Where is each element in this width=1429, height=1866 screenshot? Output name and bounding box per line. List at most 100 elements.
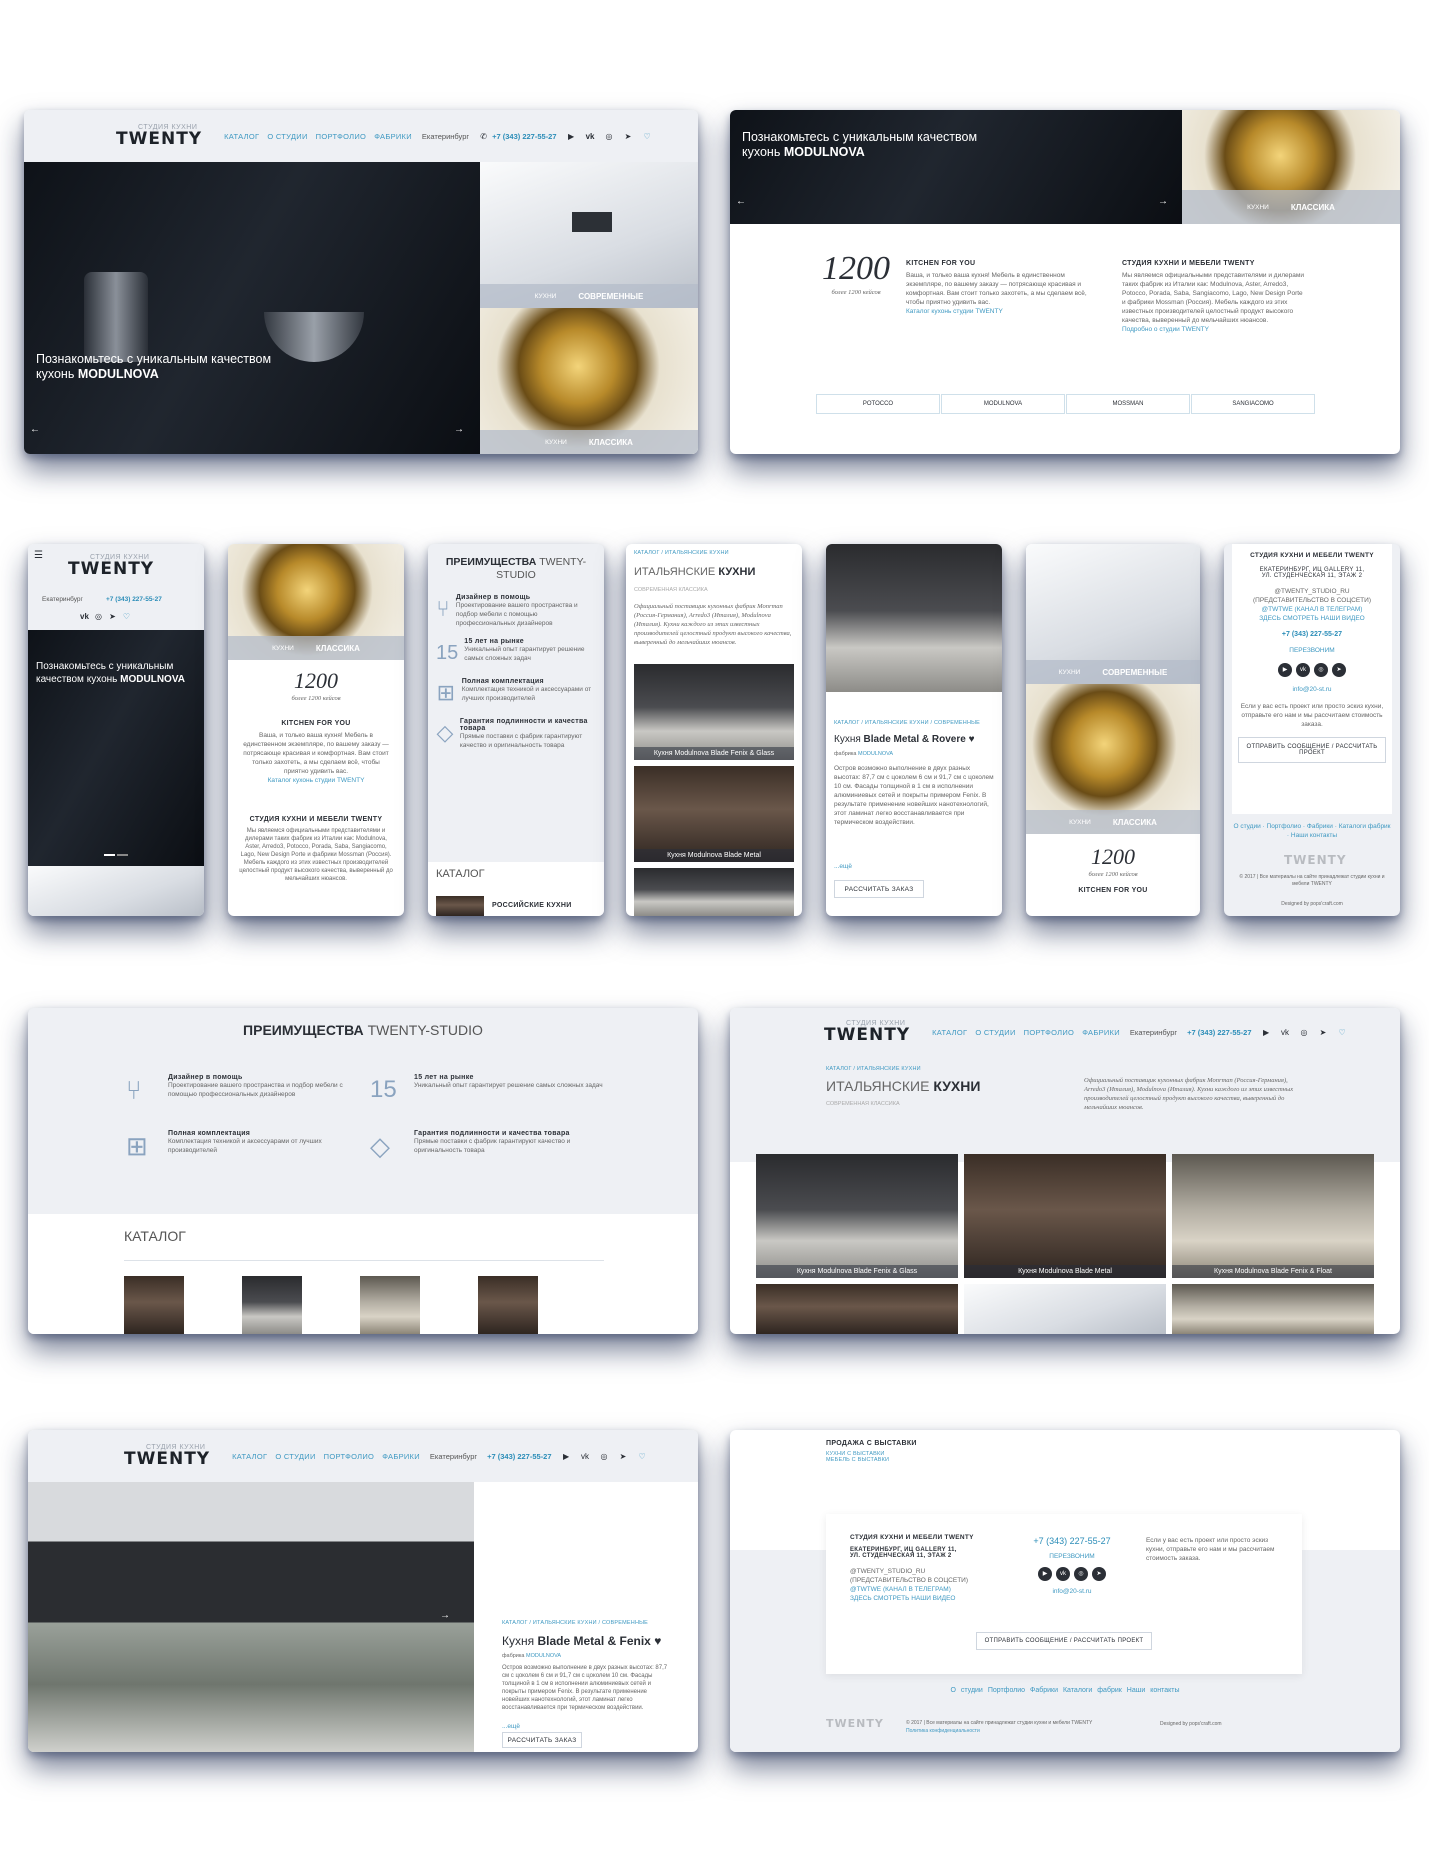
heart-icon[interactable]: ♡ [638,1452,647,1461]
footer-vk-icon[interactable]: vk [1056,1567,1070,1581]
brand-tab-modulnova[interactable]: MODULNOVA [941,394,1065,414]
italian-card-2[interactable]: Кухня Modulnova Blade Metal [964,1154,1166,1278]
footer-youtube-icon[interactable]: ▶ [1038,1567,1052,1581]
catalog-thumb-1[interactable] [124,1276,184,1334]
mobile-product-crumbs[interactable]: КАТАЛОГ / ИТАЛЬЯНСКИЕ КУХНИ / СОВРЕМЕННЫ… [834,720,980,726]
hero-prev-arrow[interactable]: ← [30,424,40,435]
heart-icon[interactable]: ♡ [1338,1028,1347,1037]
product-header: СТУДИЯ КУХНИ TWENTY КАТАЛОГ О СТУДИИ ПОРТФО… [28,1430,698,1482]
tile-classic-band[interactable]: КУХНИ КЛАССИКА [480,430,698,454]
slider-dots[interactable] [104,854,128,856]
mobile-hero-text: Познакомьтесь с уникальным качеством кух… [36,661,185,685]
mobile-card-1[interactable]: Кухня Modulnova Blade Fenix & Glass [634,664,794,760]
mobile-card-3[interactable] [634,868,794,916]
mobile-modern-tile[interactable] [28,866,204,916]
vk-icon[interactable]: vk [586,132,595,141]
catalog-thumb-2[interactable] [242,1276,302,1334]
product-image[interactable]: → [28,1482,474,1752]
mobile-order-button[interactable]: РАССЧИТАТЬ ЗАКАЗ [834,880,924,898]
telegram-icon[interactable]: ➤ [1319,1028,1328,1037]
mobile-product-heart-icon[interactable]: ♥ [969,734,975,745]
intro-classic-band[interactable]: КУХНИ КЛАССИКА [1182,190,1400,224]
mobile-home-board: ☰ СТУДИЯ КУХНИ TWENTY Екатеринбург +7 (3… [28,544,204,916]
mobile-send-button[interactable]: ОТПРАВИТЬ СООБЩЕНИЕ / РАССЧИТАТЬ ПРОЕКТ [1238,737,1386,763]
mobile-advantages-board: ПРЕИМУЩЕСТВА TWENTY-STUDIO ⑂ Дизайнер в … [428,544,604,916]
footer-card: СТУДИЯ КУХНИ И МЕБЕЛИ TWENTY ЕКАТЕРИНБУР… [826,1514,1302,1674]
footer-instagram-icon[interactable]: ◎ [1314,663,1328,677]
italian-card-3[interactable]: Кухня Modulnova Blade Fenix & Float [1172,1154,1374,1278]
studio-about-link[interactable]: Подробно о студии TWENTY [1122,325,1308,334]
city-selector[interactable]: Екатеринбург [422,132,469,141]
telegram-icon[interactable]: ➤ [624,132,633,141]
menu-burger-icon[interactable]: ☰ [34,550,43,561]
mobile-classic-band[interactable]: КУХНИ КЛАССИКА [228,636,404,660]
mobile-card-2[interactable]: Кухня Modulnova Blade Metal [634,766,794,862]
mobile-phone[interactable]: +7 (343) 227-55-27 [106,596,162,603]
catalog-section: КАТАЛОГ [28,1214,698,1334]
mobile-instagram-icon[interactable]: ◎ [94,612,103,621]
brand-tab-sangiacomo[interactable]: SANGIACOMO [1191,394,1315,414]
brand-tab-mossman[interactable]: MOSSMAN [1066,394,1190,414]
hero-slider[interactable]: Познакомьтесь с уникальным качеством кух… [24,162,480,454]
product-next-arrow[interactable]: → [440,1610,450,1621]
footer-instagram-icon[interactable]: ◎ [1074,1567,1088,1581]
instagram-icon[interactable]: ◎ [605,132,614,141]
intro-kitchen-for-you: KITCHEN FOR YOU Ваша, и только ваша кухн… [906,260,1090,316]
favorites-heart-icon[interactable]: ♡ [643,132,652,141]
intro-classic-tile[interactable]: КУХНИ КЛАССИКА [1182,110,1400,224]
nav-catalog[interactable]: КАТАЛОГ [224,132,259,141]
instagram-icon[interactable]: ◎ [600,1452,609,1461]
telegram-icon[interactable]: ➤ [619,1452,628,1461]
mobile-italian-crumbs[interactable]: КАТАЛОГ / ИТАЛЬЯНСКИЕ КУХНИ [634,550,729,556]
diamond-icon: ◇ [436,720,454,745]
mobile-telegram-icon[interactable]: ➤ [108,612,117,621]
hero-headline: Познакомьтесь с уникальным качеством кух… [36,352,272,381]
youtube-icon[interactable]: ▶ [567,132,576,141]
brand-tab-potocco[interactable]: POTOCCO [816,394,940,414]
instagram-icon[interactable]: ◎ [1300,1028,1309,1037]
header-phone[interactable]: +7 (343) 227-55-27 [492,132,556,141]
youtube-icon[interactable]: ▶ [562,1452,571,1461]
mobile6-modern-tile[interactable]: КУХНИ СОВРЕМЕННЫЕ [1026,544,1200,684]
italian-card-4[interactable] [756,1284,958,1334]
footer-vk-icon[interactable]: vk [1296,663,1310,677]
product-heart-icon[interactable]: ♥ [654,1634,661,1648]
tile-classic-image[interactable]: КУХНИ КЛАССИКА [480,308,698,454]
tile-modern-image[interactable]: КУХНИ СОВРЕМЕННЫЕ [480,162,698,308]
catalog-thumb[interactable] [436,896,484,916]
italian-card-1[interactable]: Кухня Modulnova Blade Fenix & Glass [756,1154,958,1278]
vk-icon[interactable]: vk [1281,1028,1290,1037]
nav-portfolio[interactable]: ПОРТФОЛИО [316,132,367,141]
mobile-city[interactable]: Екатеринбург [42,596,83,603]
mobile-kfy-link[interactable]: Каталог кухонь студии TWENTY [240,776,392,785]
send-message-button[interactable]: ОТПРАВИТЬ СООБЩЕНИЕ / РАССЧИТАТЬ ПРОЕКТ [976,1632,1152,1650]
footer-youtube-icon[interactable]: ▶ [1278,663,1292,677]
catalog-thumb-3[interactable] [360,1276,420,1334]
youtube-icon[interactable]: ▶ [1262,1028,1271,1037]
mobile-product-title: Кухня Blade Metal & Rovere ♥ [834,734,975,745]
intro-prev-arrow[interactable]: ← [736,196,746,207]
footer-telegram-icon[interactable]: ➤ [1092,1567,1106,1581]
footer-telegram-icon[interactable]: ➤ [1332,663,1346,677]
mobile-logo[interactable]: СТУДИЯ КУХНИ TWENTY [68,554,154,578]
catalog-thumb-4[interactable] [478,1276,538,1334]
order-button[interactable]: РАССЧИТАТЬ ЗАКАЗ [502,1732,582,1748]
italian-card-6[interactable] [1172,1284,1374,1334]
nav-about[interactable]: О СТУДИИ [267,132,307,141]
kfy-catalog-link[interactable]: Каталог кухонь студии TWENTY [906,307,1090,316]
mobile-classic-tile[interactable]: КУХНИ КЛАССИКА [228,544,404,660]
mobile-heart-icon[interactable]: ♡ [122,612,131,621]
mobile6-classic-tile[interactable]: КУХНИ КЛАССИКА [1026,684,1200,834]
vk-icon[interactable]: vk [581,1452,590,1461]
mobile-vk-icon[interactable]: vk [80,612,89,621]
logo[interactable]: СТУДИЯ КУХНИ TWENTY [116,124,202,148]
mobile-product-image[interactable] [826,544,1002,692]
catalog-russian-link[interactable]: РОССИЙСКИЕ КУХНИ [492,902,572,909]
tile-modern-band[interactable]: КУХНИ СОВРЕМЕННЫЕ [480,284,698,308]
hero-next-arrow[interactable]: → [454,424,464,435]
intro-next-arrow[interactable]: → [1158,196,1168,207]
mobile-hero[interactable]: Познакомьтесь с уникальным качеством кух… [28,630,204,866]
italian-card-5[interactable] [964,1284,1166,1334]
nav-factories[interactable]: ФАБРИКИ [374,132,412,141]
mobile-kfy: KITCHEN FOR YOU Ваша, и только ваша кухн… [240,720,392,785]
